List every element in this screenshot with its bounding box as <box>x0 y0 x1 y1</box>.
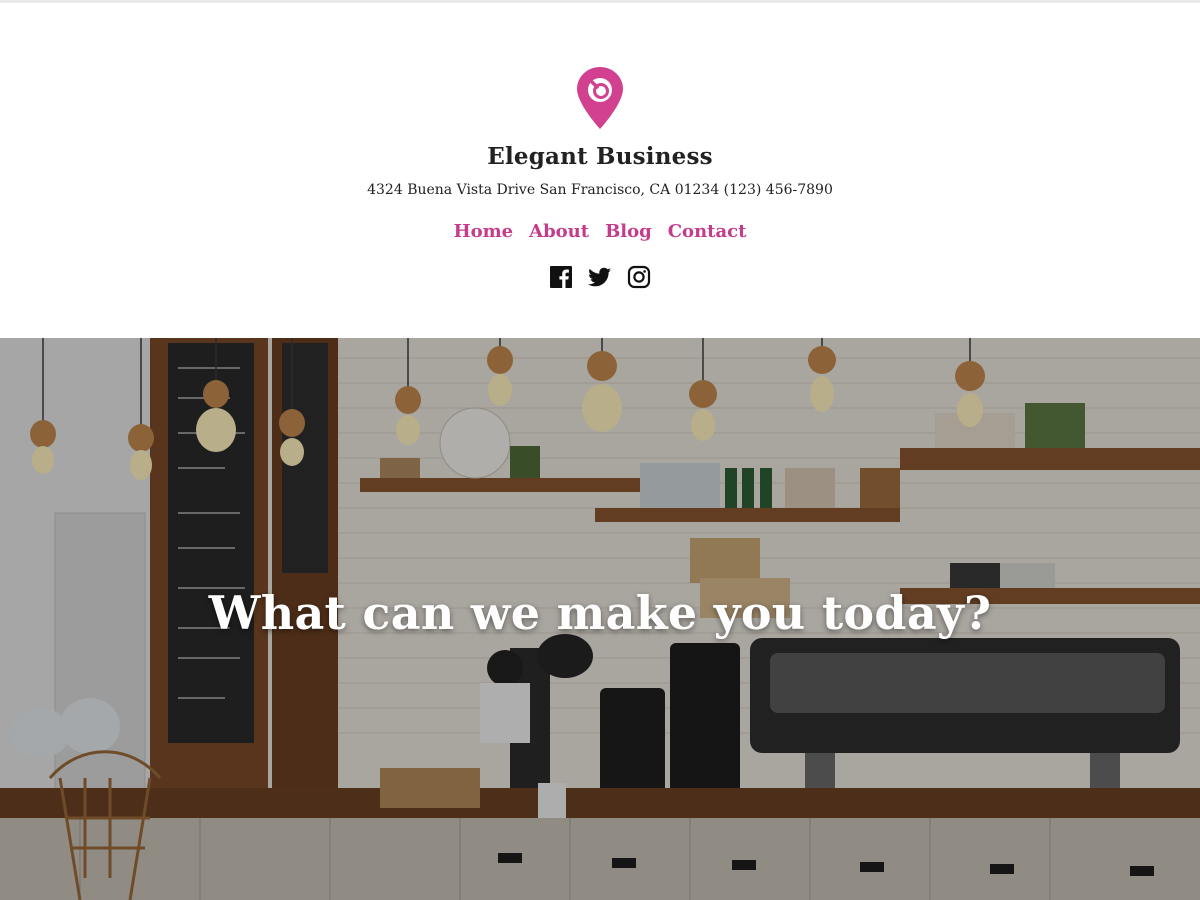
instagram-icon <box>627 265 651 289</box>
nav-item-home[interactable]: Home <box>454 221 514 242</box>
nav-item-contact[interactable]: Contact <box>668 221 747 242</box>
social-links <box>0 265 1200 289</box>
hero-heading: What can we make you today? <box>208 586 992 640</box>
facebook-link[interactable] <box>549 265 573 289</box>
nav-item-about[interactable]: About <box>529 221 589 242</box>
location-pin-search-icon <box>577 67 623 129</box>
site-title[interactable]: Elegant Business <box>0 143 1200 170</box>
site-header: Elegant Business 4324 Buena Vista Drive … <box>0 0 1200 338</box>
twitter-link[interactable] <box>588 265 612 289</box>
facebook-icon <box>550 266 572 288</box>
instagram-link[interactable] <box>627 265 651 289</box>
site-address: 4324 Buena Vista Drive San Francisco, CA… <box>367 182 833 198</box>
twitter-icon <box>588 267 611 287</box>
main-navigation: Home About Blog Contact <box>0 221 1200 242</box>
site-logo[interactable] <box>576 66 624 130</box>
hero-banner: What can we make you today? <box>0 338 1200 900</box>
nav-item-blog[interactable]: Blog <box>605 221 652 242</box>
